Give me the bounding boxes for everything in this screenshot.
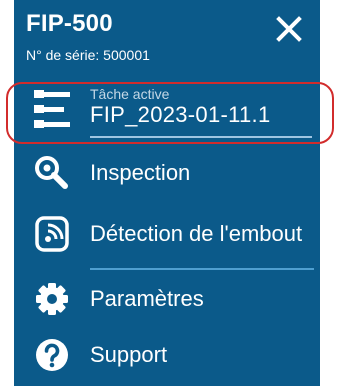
close-button[interactable] bbox=[272, 12, 306, 46]
screen: FIP-500 N° de série: 500001 Tâche active… bbox=[0, 0, 338, 386]
menu-item-support[interactable]: Support bbox=[14, 329, 320, 381]
menu-item-label: Détection de l'embout bbox=[90, 221, 303, 246]
help-icon bbox=[34, 337, 70, 373]
serial-number: N° de série: 500001 bbox=[26, 47, 150, 63]
device-title: FIP-500 bbox=[26, 10, 113, 37]
task-list-icon bbox=[34, 90, 70, 128]
magnifier-icon bbox=[34, 155, 70, 191]
menu-item-label: Paramètres bbox=[90, 286, 204, 311]
menu-item-label: Inspection bbox=[90, 160, 191, 185]
menu-item-label: Support bbox=[90, 342, 168, 367]
active-task-caption: Tâche active bbox=[90, 86, 170, 102]
menu-item-inspection[interactable]: Inspection bbox=[14, 147, 320, 199]
active-task-value: FIP_2023-01-11.1 bbox=[90, 102, 271, 127]
side-menu: FIP-500 N° de série: 500001 Tâche active… bbox=[14, 0, 320, 386]
tip-detection-icon bbox=[34, 216, 70, 252]
active-task-underline bbox=[90, 136, 312, 138]
gear-icon bbox=[34, 281, 70, 317]
menu-item-settings[interactable]: Paramètres bbox=[14, 273, 320, 325]
menu-item-tip-detection[interactable]: Détection de l'embout bbox=[14, 208, 320, 260]
close-icon bbox=[276, 16, 302, 42]
menu-divider bbox=[90, 268, 314, 270]
active-task[interactable]: Tâche active FIP_2023-01-11.1 bbox=[14, 86, 320, 146]
